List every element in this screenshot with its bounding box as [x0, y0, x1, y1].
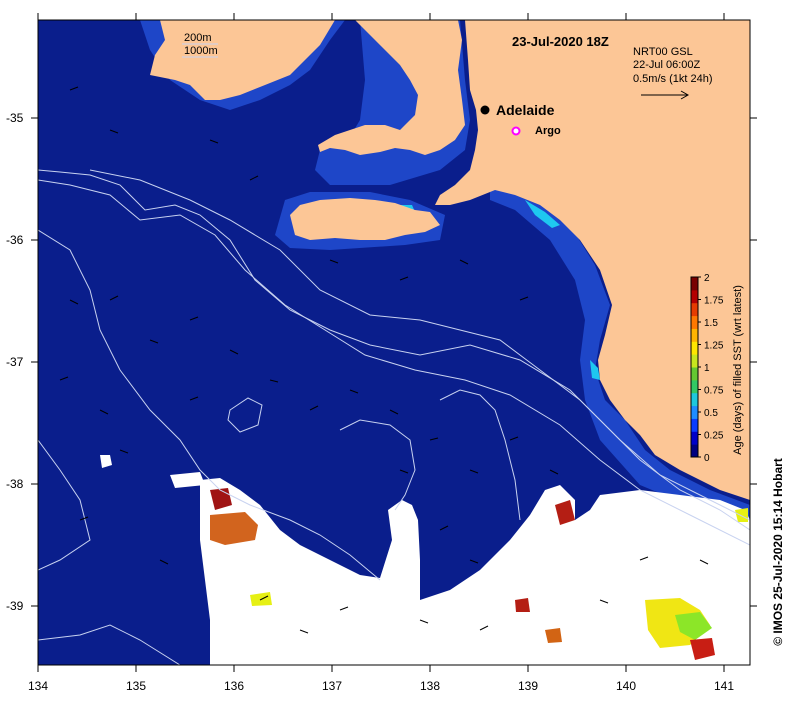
- lon-tick-label: 139: [518, 679, 538, 693]
- colorbar-swatch: [691, 328, 698, 342]
- colorbar-swatch: [691, 431, 698, 445]
- adelaide-marker: [480, 105, 490, 115]
- age-patch-red: [515, 598, 530, 612]
- colorbar-swatch: [691, 354, 698, 368]
- colorbar-tick-label: 0: [704, 453, 710, 464]
- map-canvas: 134 135 136 137 138 139 140 141 -35 -36 …: [6, 13, 785, 693]
- sst-age-map-figure: 134 135 136 137 138 139 140 141 -35 -36 …: [0, 0, 791, 700]
- colorbar-tick-label: 2: [704, 273, 710, 284]
- colorbar-swatch: [691, 341, 698, 355]
- colorbar-swatch: [691, 367, 698, 381]
- lat-tick-label: -39: [6, 599, 24, 613]
- colorbar-label: Age (days) of filled SST (wrt latest): [732, 285, 744, 455]
- colorbar-tick-label: 1: [704, 363, 710, 374]
- lon-tick-label: 141: [714, 679, 734, 693]
- depth-legend-1000m: 1000m: [184, 45, 218, 57]
- lon-tick-label: 136: [224, 679, 244, 693]
- colorbar-tick-label: 1.5: [704, 318, 718, 329]
- colorbar-tick-label: 0.25: [704, 431, 724, 442]
- lat-tick-label: -36: [6, 233, 24, 247]
- colorbar-swatch: [691, 418, 698, 432]
- colorbar-tick-label: 1.75: [704, 296, 724, 307]
- colorbar-swatch: [691, 444, 698, 458]
- colorbar: [691, 277, 698, 458]
- credit-text: © IMOS 25-Jul-2020 15:14 Hobart: [771, 458, 785, 646]
- current-info-line: 0.5m/s (1kt 24h): [633, 73, 712, 85]
- depth-legend-200m: 200m: [184, 32, 212, 44]
- colorbar-swatch: [691, 379, 698, 394]
- lon-tick-label: 138: [420, 679, 440, 693]
- lon-tick-label: 140: [616, 679, 636, 693]
- colorbar-tick-label: 0.5: [704, 408, 718, 419]
- current-info-line: 22-Jul 06:00Z: [633, 59, 701, 71]
- colorbar-swatch: [691, 277, 698, 291]
- lat-tick-label: -38: [6, 477, 24, 491]
- age-patch-orange: [545, 628, 562, 643]
- lat-tick-label: -35: [6, 111, 24, 125]
- colorbar-swatch: [691, 302, 698, 317]
- lon-tick-label: 137: [322, 679, 342, 693]
- adelaide-label: Adelaide: [496, 102, 555, 118]
- lat-tick-label: -37: [6, 355, 24, 369]
- argo-label: Argo: [535, 125, 561, 137]
- argo-marker: [511, 126, 521, 136]
- colorbar-swatch: [691, 315, 698, 329]
- map-timestamp: 23-Jul-2020 18Z: [512, 34, 609, 49]
- colorbar-swatch: [691, 289, 698, 304]
- lon-tick-label: 134: [28, 679, 48, 693]
- current-info-line: NRT00 GSL: [633, 46, 693, 58]
- colorbar-swatch: [691, 392, 698, 407]
- colorbar-tick-label: 1.25: [704, 341, 724, 352]
- colorbar-swatch: [691, 405, 698, 419]
- lon-tick-label: 135: [126, 679, 146, 693]
- colorbar-tick-label: 0.75: [704, 386, 724, 397]
